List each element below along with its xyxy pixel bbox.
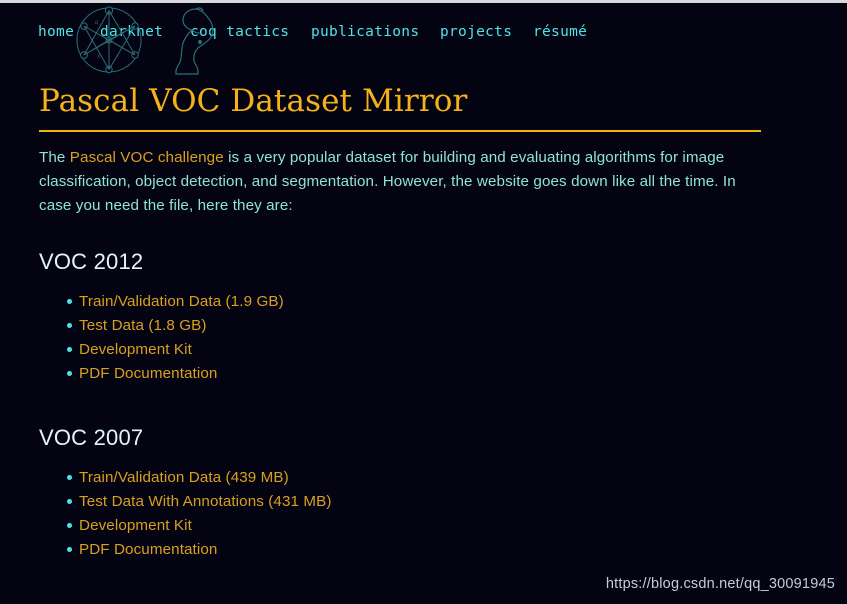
bullet-icon xyxy=(67,499,72,504)
bullet-icon xyxy=(67,547,72,552)
nav-item-coq-tactics[interactable]: coq tactics xyxy=(190,20,289,44)
page-root: a x home darknet coq tactics publication… xyxy=(0,3,847,604)
download-link-pdf-2007[interactable]: PDF Documentation xyxy=(79,541,217,558)
pascal-voc-challenge-link[interactable]: Pascal VOC challenge xyxy=(70,149,224,166)
nav-item-darknet[interactable]: darknet xyxy=(100,20,163,44)
intro-text-before: The xyxy=(39,149,70,166)
nav-item-resume[interactable]: résumé xyxy=(533,20,587,44)
nav-item-projects[interactable]: projects xyxy=(440,20,512,44)
download-link-pdf-2012[interactable]: PDF Documentation xyxy=(79,365,217,382)
browser-chrome-strip xyxy=(0,0,847,3)
main-navigation: a x home darknet coq tactics publication… xyxy=(0,6,847,75)
download-list-voc-2012: Train/Validation Data (1.9 GB) Test Data… xyxy=(39,290,761,386)
csdn-watermark: https://blog.csdn.net/qq_30091945 xyxy=(605,576,835,592)
section-heading-voc-2012: VOC 2012 xyxy=(39,249,144,274)
bullet-icon xyxy=(67,299,72,304)
page-title: Pascal VOC Dataset Mirror xyxy=(39,83,468,119)
svg-text:x: x xyxy=(97,53,101,60)
section-heading-voc-2007: VOC 2007 xyxy=(39,425,144,450)
list-item: Test Data (1.8 GB) xyxy=(39,314,761,338)
list-item: Train/Validation Data (1.9 GB) xyxy=(39,290,761,314)
download-link-devkit-2007[interactable]: Development Kit xyxy=(79,517,192,534)
bullet-icon xyxy=(67,475,72,480)
bullet-icon xyxy=(67,347,72,352)
list-item: Train/Validation Data (439 MB) xyxy=(39,466,761,490)
list-item: Development Kit xyxy=(39,338,761,362)
intro-paragraph: The Pascal VOC challenge is a very popul… xyxy=(39,146,761,218)
download-link-test-annotations-2007[interactable]: Test Data With Annotations (431 MB) xyxy=(79,493,332,510)
main-content: Pascal VOC Dataset Mirror The Pascal VOC… xyxy=(39,81,761,562)
download-link-trainval-2012[interactable]: Train/Validation Data (1.9 GB) xyxy=(79,293,284,310)
list-item: Test Data With Annotations (431 MB) xyxy=(39,490,761,514)
download-link-trainval-2007[interactable]: Train/Validation Data (439 MB) xyxy=(79,469,289,486)
list-item: PDF Documentation xyxy=(39,362,761,386)
bullet-icon xyxy=(67,371,72,376)
section-voc-2007: VOC 2007 Train/Validation Data (439 MB) … xyxy=(39,424,761,562)
title-divider xyxy=(39,130,761,132)
bullet-icon xyxy=(67,323,72,328)
nav-item-publications[interactable]: publications xyxy=(311,20,419,44)
nav-list: home darknet coq tactics publications pr… xyxy=(0,20,847,52)
nav-item-home[interactable]: home xyxy=(38,20,74,44)
download-list-voc-2007: Train/Validation Data (439 MB) Test Data… xyxy=(39,466,761,562)
list-item: PDF Documentation xyxy=(39,538,761,562)
download-link-devkit-2012[interactable]: Development Kit xyxy=(79,341,192,358)
download-link-test-2012[interactable]: Test Data (1.8 GB) xyxy=(79,317,207,334)
list-item: Development Kit xyxy=(39,514,761,538)
section-voc-2012: VOC 2012 Train/Validation Data (1.9 GB) … xyxy=(39,248,761,386)
bullet-icon xyxy=(67,523,72,528)
